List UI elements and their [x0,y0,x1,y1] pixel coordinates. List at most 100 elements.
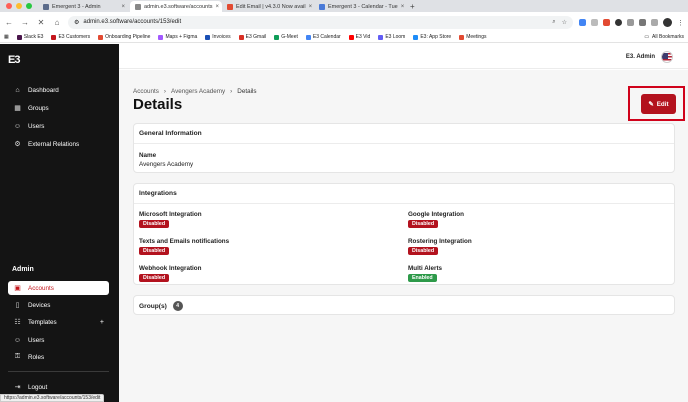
template-icon: ☷ [14,319,21,326]
sidebar-item-label: External Relations [28,140,80,148]
extension-icon[interactable] [579,18,586,26]
google-integration-label: Google Integration [408,211,464,218]
bookmark-item[interactable]: E3 Vid [348,34,370,40]
browser-tab-active[interactable]: admin.e3.software/accounts × [130,1,222,12]
breadcrumb-accounts[interactable]: Accounts [133,88,159,95]
browser-tab[interactable]: Emergent 3 - Admin × [38,1,130,12]
bookmark-label: E3: App Store [420,34,452,40]
extension-icon[interactable] [591,18,598,26]
close-tab-icon[interactable]: × [215,4,219,10]
extension-icon[interactable] [615,18,622,26]
sidebar-item-accounts[interactable]: ▣ Accounts [8,281,109,295]
edit-icon: ✎ [648,100,654,108]
bookmark-item[interactable]: E3 Gmail [238,34,266,40]
sidebar-item-roles[interactable]: ⚿ Roles [8,350,109,364]
bookmark-favicon-icon [158,34,164,40]
status-badge: Enabled [408,274,437,282]
app-header: E3. Admin [119,44,688,69]
admin-section-heading: Admin [12,266,34,273]
bookmark-item[interactable]: G-Meet [274,34,298,40]
bookmark-favicon-icon [205,34,211,40]
minimize-window-button[interactable] [16,3,22,9]
profile-avatar[interactable] [663,17,672,27]
extension-icon[interactable] [603,18,610,26]
browser-tab[interactable]: Emergent 3 - Calendar - Tue × [314,1,406,12]
bookmark-favicon-icon [459,34,465,40]
edit-button[interactable]: ✎ Edit [641,94,676,114]
sidebar-item-groups[interactable]: ▦ Groups [8,101,109,115]
close-tab-icon[interactable]: × [401,4,405,10]
extensions-puzzle-icon[interactable] [627,18,634,26]
sidebar-item-templates[interactable]: ☷ Templates + [8,315,109,329]
card-header: Integrations [134,184,674,204]
bookmark-favicon-icon [51,34,57,40]
bookmark-item[interactable]: Invoices [205,34,231,40]
bookmark-item[interactable]: E3 Calendar [305,34,341,40]
browser-tab-bar: Emergent 3 - Admin × admin.e3.software/a… [0,0,688,12]
close-tab-icon[interactable]: × [309,4,313,10]
bookmark-label: Maps + Figma [165,34,198,40]
expand-plus-icon[interactable]: + [100,319,104,326]
sidepanel-icon[interactable] [639,18,646,26]
sidebar-item-label: Users [28,336,45,344]
avatar[interactable] [661,51,673,63]
bookmark-item[interactable]: E3 Loom [378,34,405,40]
apps-grid-icon[interactable]: ▦ [4,34,9,40]
breadcrumb-current: Details [237,88,257,95]
new-tab-button[interactable]: + [406,1,419,12]
gear-icon: ⚙ [14,141,21,148]
logout-button[interactable]: ⇥ Logout [8,380,109,394]
browser-toolbar: ← → ✕ ⌂ ⚙ admin.e3.software/accounts/153… [0,12,688,32]
groups-header[interactable]: Group(s) 4 [134,296,674,316]
logout-label: Logout [28,383,48,391]
close-tab-icon[interactable]: × [121,4,125,10]
groups-card[interactable]: Group(s) 4 [133,295,675,315]
zoom-icon[interactable]: ⌕ [552,19,555,26]
breadcrumb-account-name[interactable]: Avengers Academy [171,88,225,95]
logo-text: E3 [8,54,21,66]
sidebar-item-external-relations[interactable]: ⚙ External Relations [8,137,109,151]
bookmark-item[interactable]: Onboarding Pipeline [98,34,150,40]
tab-favicon-icon [319,3,325,10]
e3-logo[interactable]: E3 [8,54,21,66]
address-bar[interactable]: ⚙ admin.e3.software/accounts/153/edit ⌕ … [68,15,573,29]
edit-button-label: Edit [656,100,669,108]
bookmark-favicon-icon [348,34,354,40]
home-icon[interactable]: ⌂ [52,18,62,27]
close-window-button[interactable] [6,3,12,9]
bookmark-item[interactable]: E3 Customers [51,34,90,40]
menu-kebab-icon[interactable]: ⋮ [677,18,684,27]
stop-icon[interactable]: ✕ [36,18,46,27]
all-bookmarks[interactable]: ▭ All Bookmarks [644,34,684,40]
sidebar-item-label: Devices [28,301,51,309]
sidebar-item-devices[interactable]: ▯ Devices [8,298,109,312]
sidebar-item-label: Groups [28,104,49,112]
browser-tab[interactable]: Edit Email | v4.3.0 Now avail × [222,1,314,12]
all-bookmarks-label: All Bookmarks [652,34,684,40]
tab-favicon-icon [135,3,141,10]
bookmark-item[interactable]: E3: App Store [413,34,451,40]
tab-label: admin.e3.software/accounts [144,3,213,10]
site-info-icon[interactable]: ⚙ [74,19,79,26]
sidebar-item-users[interactable]: ☺ Users [8,119,109,133]
maximize-window-button[interactable] [26,3,32,9]
sidebar-item-admin-users[interactable]: ☺ Users [8,333,109,347]
sidebar-item-label: Users [28,122,45,130]
bookmark-favicon-icon [305,34,311,40]
bookmark-item[interactable]: Maps + Figma [158,34,197,40]
forward-arrow-icon[interactable]: → [20,18,30,27]
bookmark-item[interactable]: Slack E3 [16,34,43,40]
bookmark-star-icon[interactable]: ☆ [562,19,567,26]
microsoft-integration-label: Microsoft Integration [139,211,202,218]
user-name[interactable]: E3. Admin [626,54,655,60]
window-controls [0,0,38,12]
bookmark-label: G-Meet [281,34,298,40]
downloads-icon[interactable] [651,18,658,26]
url-text[interactable]: admin.e3.software/accounts/153/edit [83,19,181,25]
sidebar-item-dashboard[interactable]: ⌂ Dashboard [8,83,109,97]
status-badge: Disabled [408,220,439,228]
folder-icon: ▭ [644,34,650,40]
status-badge: Disabled [139,220,170,228]
bookmark-item[interactable]: Meetings [459,34,487,40]
back-arrow-icon[interactable]: ← [4,18,14,27]
